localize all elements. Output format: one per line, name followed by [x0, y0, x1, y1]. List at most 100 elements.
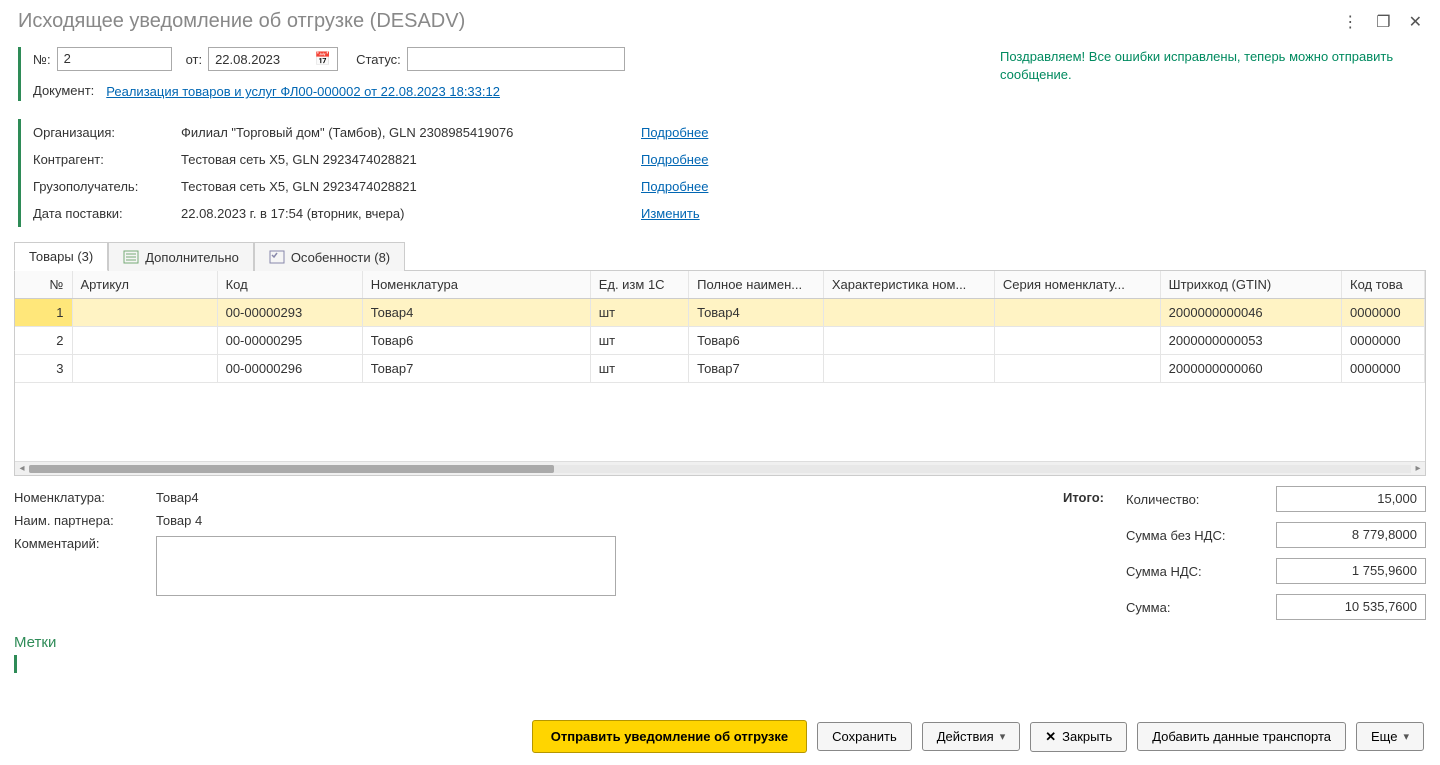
partner-name-label: Наим. партнера: [14, 513, 144, 528]
table-cell: 00-00000293 [217, 299, 362, 327]
consignee-label: Грузополучатель: [33, 179, 181, 194]
table-row[interactable]: 300-00000296Товар7штТовар720000000000600… [15, 355, 1425, 383]
table-header[interactable]: Номенклатура [362, 271, 590, 299]
table-cell: 2 [15, 327, 72, 355]
delivery-label: Дата поставки: [33, 206, 181, 221]
table-cell: 00-00000295 [217, 327, 362, 355]
org-more-link[interactable]: Подробнее [641, 125, 708, 140]
sum-novat-value[interactable]: 8 779,8000 [1276, 522, 1426, 548]
table-cell: 2000000000046 [1160, 299, 1341, 327]
sum-novat-label: Сумма без НДС: [1126, 528, 1266, 543]
table-header[interactable]: Код [217, 271, 362, 299]
table-cell [994, 299, 1160, 327]
table-row[interactable]: 100-00000293Товар4штТовар420000000000460… [15, 299, 1425, 327]
more-button[interactable]: Еще [1356, 722, 1424, 751]
labels-section-title: Метки [14, 634, 1426, 651]
table-header[interactable]: Код това [1342, 271, 1425, 299]
counterparty-label: Контрагент: [33, 152, 181, 167]
status-label: Статус: [356, 52, 401, 67]
table-cell: Товар6 [689, 327, 824, 355]
table-cell [994, 327, 1160, 355]
maximize-icon[interactable]: ❐ [1376, 12, 1390, 32]
checklist-icon [269, 249, 285, 265]
save-button[interactable]: Сохранить [817, 722, 912, 751]
goods-table-scroll[interactable]: №АртикулКодНоменклатураЕд. изм 1СПолное … [15, 271, 1425, 461]
date-value: 22.08.2023 [215, 52, 280, 67]
sum-value[interactable]: 10 535,7600 [1276, 594, 1426, 620]
calendar-icon[interactable]: 📅 [315, 51, 331, 67]
consignee-more-link[interactable]: Подробнее [641, 179, 708, 194]
close-button-label: Закрыть [1062, 729, 1112, 744]
tab-goods[interactable]: Товары (3) [14, 242, 108, 271]
table-cell: шт [590, 327, 688, 355]
tab-features-label: Особенности (8) [291, 250, 390, 265]
delivery-value: 22.08.2023 г. в 17:54 (вторник, вчера) [181, 206, 641, 221]
table-header[interactable]: Штрихкод (GTIN) [1160, 271, 1341, 299]
scroll-right-icon[interactable]: ▸ [1411, 463, 1425, 474]
delivery-change-link[interactable]: Изменить [641, 206, 700, 221]
close-icon[interactable]: ✕ [1409, 12, 1422, 32]
tab-extra-label: Дополнительно [145, 250, 239, 265]
table-cell: шт [590, 355, 688, 383]
table-header[interactable]: Полное наимен... [689, 271, 824, 299]
table-cell: Товар7 [362, 355, 590, 383]
table-cell [823, 355, 994, 383]
table-row[interactable]: 200-00000295Товар6штТовар620000000000530… [15, 327, 1425, 355]
partner-name-value: Товар 4 [156, 513, 202, 528]
table-cell [72, 355, 217, 383]
qty-value[interactable]: 15,000 [1276, 486, 1426, 512]
table-cell: Товар6 [362, 327, 590, 355]
table-cell: 3 [15, 355, 72, 383]
comment-label: Комментарий: [14, 536, 144, 551]
counterparty-more-link[interactable]: Подробнее [641, 152, 708, 167]
table-cell: 0000000 [1342, 355, 1425, 383]
tab-features[interactable]: Особенности (8) [254, 242, 405, 271]
table-cell [994, 355, 1160, 383]
nomenclature-value: Товар4 [156, 490, 199, 505]
vat-value[interactable]: 1 755,9600 [1276, 558, 1426, 584]
labels-bar [14, 655, 1426, 673]
table-cell [823, 299, 994, 327]
org-label: Организация: [33, 125, 181, 140]
page-title: Исходящее уведомление об отгрузке (DESAD… [18, 10, 1342, 33]
table-cell: 1 [15, 299, 72, 327]
add-transport-button[interactable]: Добавить данные транспорта [1137, 722, 1346, 751]
actions-button[interactable]: Действия [922, 722, 1021, 751]
send-notification-button[interactable]: Отправить уведомление об отгрузке [532, 720, 807, 753]
table-header[interactable]: Ед. изм 1С [590, 271, 688, 299]
table-header[interactable]: Артикул [72, 271, 217, 299]
table-header[interactable]: № [15, 271, 72, 299]
status-input[interactable] [407, 47, 625, 71]
from-label: от: [186, 52, 203, 67]
table-cell: 0000000 [1342, 299, 1425, 327]
num-label: №: [33, 52, 51, 67]
scroll-left-icon[interactable]: ◂ [15, 463, 29, 474]
table-cell: Товар4 [362, 299, 590, 327]
counterparty-value: Тестовая сеть X5, GLN 2923474028821 [181, 152, 641, 167]
document-link[interactable]: Реализация товаров и услуг ФЛ00-000002 о… [106, 83, 500, 101]
table-cell [823, 327, 994, 355]
kebab-icon[interactable]: ⋮ [1342, 12, 1358, 32]
comment-input[interactable] [156, 536, 616, 596]
horizontal-scrollbar[interactable]: ◂ ▸ [15, 461, 1425, 475]
table-header[interactable]: Характеристика ном... [823, 271, 994, 299]
table-header[interactable]: Серия номенклату... [994, 271, 1160, 299]
tab-extra[interactable]: Дополнительно [108, 242, 254, 271]
tab-goods-label: Товары (3) [29, 249, 93, 264]
table-cell: 0000000 [1342, 327, 1425, 355]
totals-title: Итого: [1063, 486, 1104, 505]
table-cell: шт [590, 299, 688, 327]
date-input[interactable]: 22.08.2023 📅 [208, 47, 338, 71]
table-cell: 00-00000296 [217, 355, 362, 383]
qty-label: Количество: [1126, 492, 1266, 507]
num-input[interactable]: 2 [57, 47, 172, 71]
table-cell: 2000000000060 [1160, 355, 1341, 383]
consignee-value: Тестовая сеть X5, GLN 2923474028821 [181, 179, 641, 194]
sum-label: Сумма: [1126, 600, 1266, 615]
document-label: Документ: [33, 83, 94, 98]
close-button[interactable]: ✕ Закрыть [1030, 722, 1127, 752]
goods-table: №АртикулКодНоменклатураЕд. изм 1СПолное … [15, 271, 1425, 383]
table-cell [72, 299, 217, 327]
table-cell: Товар7 [689, 355, 824, 383]
table-cell [72, 327, 217, 355]
